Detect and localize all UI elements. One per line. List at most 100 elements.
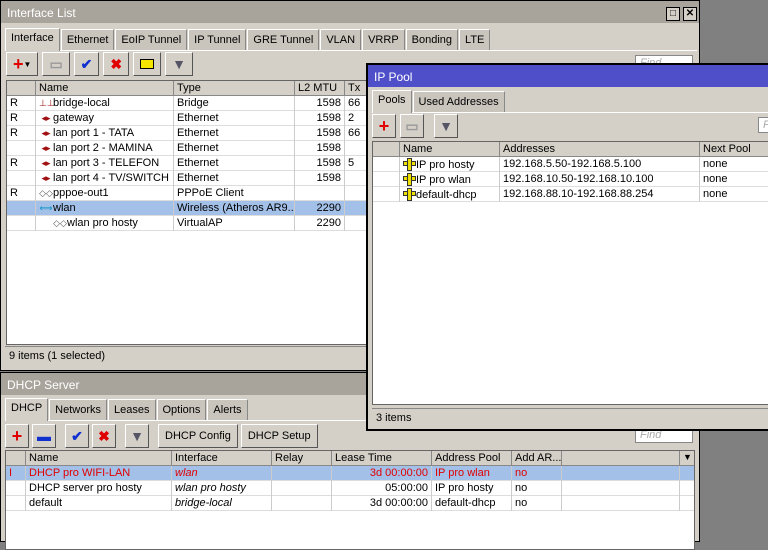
- window-title: Interface List: [1, 1, 699, 23]
- remove-button[interactable]: ▭: [42, 52, 70, 76]
- enable-button[interactable]: ✔: [65, 424, 89, 448]
- cell-name: default-dhcp: [400, 187, 500, 202]
- window-title: IP Pool: [368, 65, 768, 87]
- ethernet-icon: ◂▸: [41, 173, 51, 183]
- column-header[interactable]: Relay: [272, 451, 332, 466]
- table-row[interactable]: default bridge-local 3d 00:00:00 default-dh…: [6, 496, 694, 511]
- tab-used-addresses[interactable]: Used Addresses: [412, 91, 505, 112]
- add_arp-text: no: [515, 482, 528, 494]
- add-button[interactable]: +: [372, 114, 396, 138]
- close-button[interactable]: ✕: [683, 7, 697, 21]
- column-header[interactable]: [6, 451, 26, 466]
- cell-flag: [6, 496, 26, 511]
- type-text: Ethernet: [177, 127, 219, 139]
- ethernet-icon: ◂▸: [41, 128, 51, 138]
- disable-button[interactable]: ✖: [103, 52, 130, 76]
- tab-ip-tunnel[interactable]: IP Tunnel: [188, 29, 247, 50]
- tab-lte[interactable]: LTE: [459, 29, 491, 50]
- column-header[interactable]: Name: [26, 451, 172, 466]
- add-button[interactable]: +: [5, 424, 29, 448]
- cell-name: ◇◇pppoe-out1: [36, 186, 174, 201]
- addresses-text: 192.168.88.10-192.168.88.254: [503, 188, 654, 200]
- column-chooser-dropdown[interactable]: ▼: [680, 451, 694, 466]
- tab-dhcp[interactable]: DHCP: [5, 398, 49, 421]
- cell-type: Ethernet: [174, 171, 295, 186]
- column-header[interactable]: Lease Time: [332, 451, 432, 466]
- tab-alerts[interactable]: Alerts: [207, 399, 248, 420]
- cell-mtu: 1598: [295, 126, 345, 141]
- column-header[interactable]: Name: [400, 142, 500, 157]
- column-header[interactable]: Addresses: [500, 142, 700, 157]
- table-row[interactable]: IP pro hosty 192.168.5.50-192.168.5.100 no…: [373, 157, 768, 172]
- name-text: IP pro hosty: [416, 159, 475, 171]
- tab-networks[interactable]: Networks: [49, 399, 108, 420]
- tab-bonding[interactable]: Bonding: [405, 29, 459, 50]
- lease-text: 3d 00:00:00: [369, 497, 428, 509]
- cell-flag: [7, 201, 36, 216]
- column-header[interactable]: L2 MTU: [295, 81, 345, 96]
- table-row[interactable]: IP pro wlan 192.168.10.50-192.168.10.100 n…: [373, 172, 768, 187]
- tab-eoip-tunnel[interactable]: EoIP Tunnel: [115, 29, 188, 50]
- dhcp-setup-button[interactable]: DHCP Setup: [240, 424, 318, 448]
- cell-name: IP pro wlan: [400, 172, 500, 187]
- column-header[interactable]: Type: [174, 81, 295, 96]
- name-text: lan port 2 - MAMINA: [53, 142, 153, 154]
- cell-lease: 3d 00:00:00: [332, 466, 432, 481]
- cell-name: ⟺wlan: [36, 201, 174, 216]
- tab-ethernet[interactable]: Ethernet: [60, 29, 115, 50]
- remove-button[interactable]: ▬: [32, 424, 56, 448]
- column-header[interactable]: [373, 142, 400, 157]
- filter-button[interactable]: ▼: [434, 114, 458, 138]
- table-row[interactable]: default-dhcp 192.168.88.10-192.168.88.254…: [373, 187, 768, 202]
- cell-mtu: 1598: [295, 141, 345, 156]
- bridge-icon: ⊥⊥: [39, 98, 55, 108]
- column-header[interactable]: Name: [36, 81, 174, 96]
- filter-button[interactable]: ▼: [125, 424, 149, 448]
- comment-button[interactable]: [133, 52, 162, 76]
- cell-x2: [680, 466, 694, 481]
- name-text: gateway: [53, 112, 94, 124]
- name-text: DHCP server pro hosty: [29, 482, 142, 494]
- tab-options[interactable]: Options: [156, 399, 207, 420]
- cell-name: DHCP server pro hosty: [26, 481, 172, 496]
- cell-type: Ethernet: [174, 141, 295, 156]
- cell-pool: default-dhcp: [432, 496, 512, 511]
- tab-vrrp[interactable]: VRRP: [362, 29, 405, 50]
- cell-flag: [373, 172, 400, 187]
- toolbar: + ▼ ▭ ✔ ✖ ▼: [6, 52, 193, 76]
- tx-text: 66: [348, 97, 361, 109]
- cell-flag: [373, 187, 400, 202]
- tab-vlan[interactable]: VLAN: [320, 29, 362, 50]
- table-row[interactable]: DHCP server pro hosty wlan pro hosty 05:00…: [6, 481, 694, 496]
- table-row[interactable]: I DHCP pro WIFI-LAN wlan 3d 00:00:00 IP pro …: [6, 466, 694, 481]
- cell-type: Bridge: [174, 96, 295, 111]
- disable-button[interactable]: ✖: [92, 424, 116, 448]
- column-header[interactable]: [7, 81, 36, 96]
- tab-pools[interactable]: Pools: [372, 90, 412, 113]
- addresses-text: 192.168.10.50-192.168.10.100: [503, 173, 654, 185]
- find-input[interactable]: F: [758, 117, 768, 133]
- column-header[interactable]: Add AR...: [512, 451, 562, 466]
- maximize-button[interactable]: □: [666, 7, 680, 21]
- column-header[interactable]: Interface: [172, 451, 272, 466]
- cell-flag: R: [7, 156, 36, 171]
- tab-leases[interactable]: Leases: [108, 399, 156, 420]
- filter-button[interactable]: ▼: [165, 52, 193, 76]
- tab-gre-tunnel[interactable]: GRE Tunnel: [247, 29, 320, 50]
- remove-button[interactable]: ▭: [400, 114, 424, 138]
- column-header[interactable]: [562, 451, 680, 466]
- cell-name: default: [26, 496, 172, 511]
- cell-type: PPPoE Client: [174, 186, 295, 201]
- cell-next: none: [700, 187, 768, 202]
- cell-lease: 3d 00:00:00: [332, 496, 432, 511]
- cell-x1: [562, 496, 680, 511]
- column-header[interactable]: Address Pool: [432, 451, 512, 466]
- table-header: Name Interface Relay Lease Time Address Pool…: [6, 451, 694, 466]
- addresses-text: 192.168.5.50-192.168.5.100: [503, 158, 642, 170]
- add-button[interactable]: + ▼: [6, 52, 39, 76]
- dhcp-config-button[interactable]: DHCP Config: [158, 424, 238, 448]
- enable-button[interactable]: ✔: [73, 52, 100, 76]
- tab-interface[interactable]: Interface: [5, 28, 60, 51]
- flag-text: R: [10, 97, 18, 109]
- column-header[interactable]: Next Pool: [700, 142, 768, 157]
